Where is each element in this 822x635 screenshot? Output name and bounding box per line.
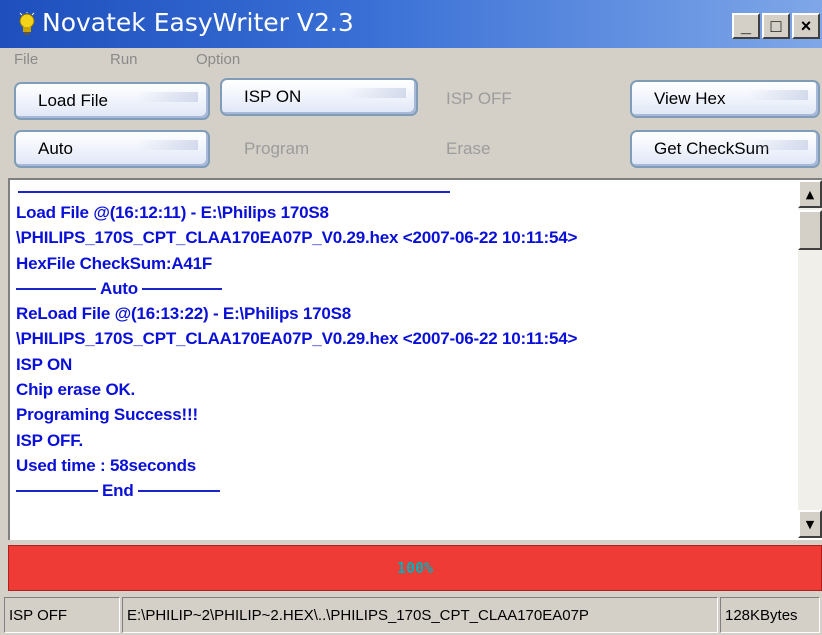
log-section-auto: Auto — [16, 276, 796, 301]
log-separator — [18, 191, 450, 193]
status-size: 128KBytes — [720, 597, 820, 633]
load-file-button[interactable]: Load File — [14, 82, 210, 120]
status-state: ISP OFF — [4, 597, 120, 633]
maximize-button[interactable]: □ — [762, 13, 790, 39]
lightbulb-icon — [19, 12, 35, 35]
log-line: Programing Success!!! — [16, 405, 198, 425]
log-lines: Load File @(16:12:11) - E:\Philips 170S8… — [16, 200, 796, 504]
scroll-down-icon[interactable]: ▼ — [798, 510, 822, 538]
view-hex-button[interactable]: View Hex — [630, 80, 820, 118]
log-line: HexFile CheckSum:A41F — [16, 253, 213, 273]
log-line: ISP OFF. — [16, 430, 84, 450]
menu-option[interactable]: Option — [196, 48, 240, 74]
log-line: Used time : 58seconds — [16, 455, 197, 475]
log-line: Chip erase OK. — [16, 380, 136, 400]
window-title: Novatek EasyWriter V2.3 — [42, 8, 354, 37]
log-line: ISP ON — [16, 354, 73, 374]
log-section-end: End — [16, 478, 796, 503]
log-line: \PHILIPS_170S_CPT_CLAA170EA07P_V0.29.hex… — [16, 228, 578, 248]
erase-button[interactable]: Erase — [446, 130, 606, 168]
program-button[interactable]: Program — [244, 130, 404, 168]
get-checksum-button[interactable]: Get CheckSum — [630, 130, 820, 168]
log-section-label: Auto — [100, 278, 138, 298]
log-section-label: End — [102, 481, 134, 501]
auto-button[interactable]: Auto — [14, 130, 210, 168]
minimize-button[interactable]: _ — [732, 13, 760, 39]
isp-off-button[interactable]: ISP OFF — [446, 80, 606, 118]
scroll-thumb[interactable] — [798, 210, 822, 250]
menu-file[interactable]: File — [14, 48, 38, 74]
isp-on-button[interactable]: ISP ON — [220, 78, 418, 116]
close-button[interactable]: × — [792, 13, 820, 39]
log-line: \PHILIPS_170S_CPT_CLAA170EA07P_V0.29.hex… — [16, 329, 578, 349]
scroll-up-icon[interactable]: ▲ — [798, 180, 822, 208]
progress-label: 100% — [396, 559, 434, 577]
log-line: Load File @(16:12:11) - E:\Philips 170S8 — [16, 203, 329, 222]
status-path: E:\PHILIP~2\PHILIP~2.HEX\..\PHILIPS_170S… — [122, 597, 718, 633]
log-line: ReLoad File @(16:13:22) - E:\Philips 170… — [16, 304, 352, 324]
menu-run[interactable]: Run — [110, 48, 138, 74]
